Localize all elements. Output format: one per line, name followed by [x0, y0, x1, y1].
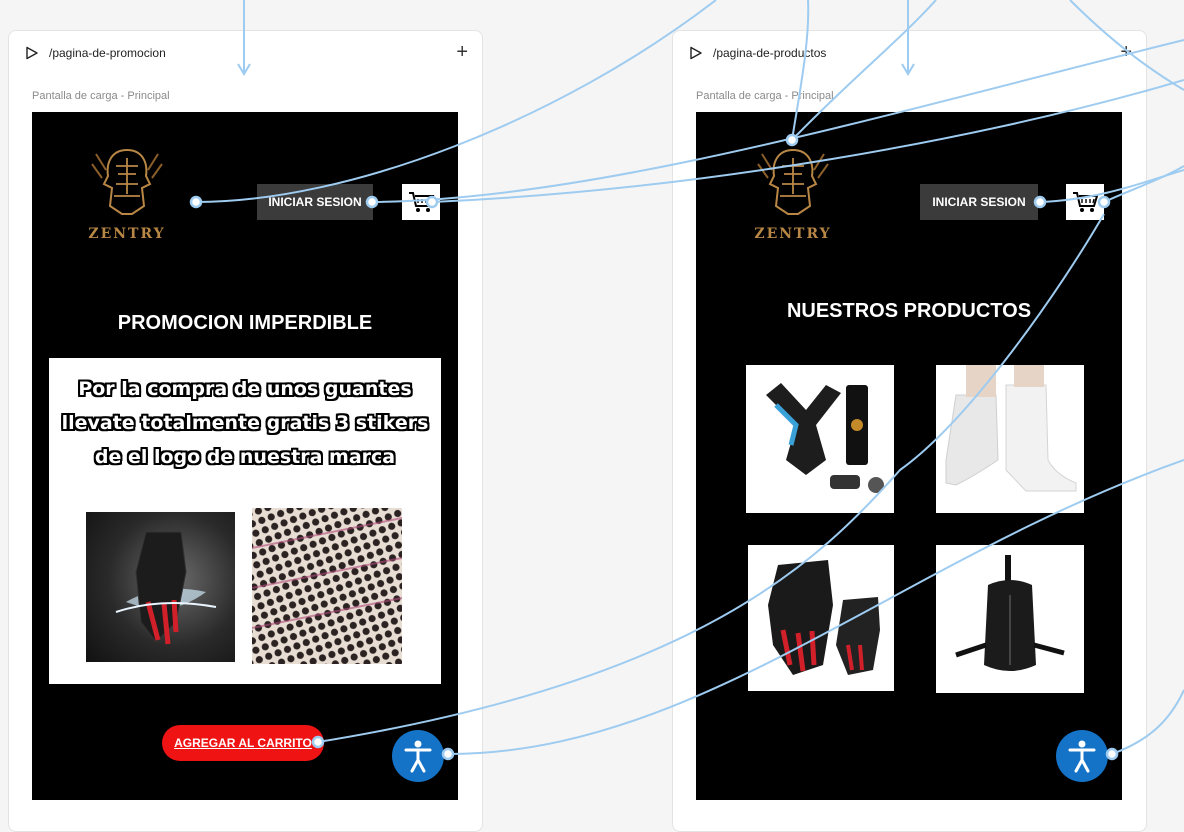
- play-icon[interactable]: [689, 46, 703, 60]
- accessibility-icon: [404, 740, 432, 773]
- sling-bag-image-icon: [955, 555, 1065, 671]
- cart-button[interactable]: [402, 184, 440, 220]
- brand-logo: ZENTRY: [748, 144, 838, 244]
- moto-gloves-image-icon: [768, 560, 880, 675]
- brand-logo: ZENTRY: [82, 144, 172, 244]
- promo-line: de el logo de nuestra marca: [94, 446, 396, 468]
- flow-header: /pagina-de-promocion +: [9, 31, 482, 75]
- helmet-mount-image-icon: [766, 383, 884, 493]
- stickers-image-icon: [252, 508, 402, 664]
- screen-label: Pantalla de carga - Principal: [32, 90, 170, 102]
- cart-icon: [409, 192, 435, 212]
- promo-line: Por la compra de unos guantes: [78, 378, 412, 400]
- plus-icon[interactable]: +: [456, 42, 468, 62]
- knight-logo-icon: [757, 148, 829, 215]
- glove-image-icon: [115, 531, 217, 645]
- promo-line: llevate totalmente gratis 3 stikers: [61, 412, 429, 434]
- page-heading: NUESTROS PRODUCTOS: [786, 300, 1032, 322]
- product-helmet-mount[interactable]: [746, 365, 894, 513]
- gloves-photo: [86, 512, 235, 662]
- logo-text: ZENTRY: [88, 226, 166, 242]
- accessibility-button[interactable]: [392, 730, 444, 782]
- flow-name[interactable]: /pagina-de-productos: [713, 46, 826, 60]
- cart-button[interactable]: [1066, 184, 1104, 220]
- product-moto-gloves[interactable]: [748, 545, 894, 691]
- logo-text: ZENTRY: [754, 226, 832, 242]
- product-sling-bag[interactable]: [936, 545, 1084, 693]
- login-button[interactable]: INICIAR SESION: [920, 184, 1038, 220]
- screen-label: Pantalla de carga - Principal: [696, 90, 834, 102]
- login-button[interactable]: INICIAR SESION: [257, 184, 373, 220]
- cart-icon: [1073, 192, 1099, 212]
- promo-card: Por la compra de unos guantes llevate to…: [49, 358, 441, 684]
- flow-header: /pagina-de-productos +: [673, 31, 1146, 75]
- plus-icon[interactable]: +: [1120, 42, 1132, 62]
- screen-promocion[interactable]: ZENTRY INICIAR SESION PROMOCION IMPERDIB…: [32, 112, 458, 800]
- accessibility-icon: [1068, 740, 1096, 773]
- product-shoe-covers[interactable]: [936, 365, 1084, 513]
- knight-logo-icon: [91, 148, 163, 215]
- accessibility-button[interactable]: [1056, 730, 1108, 782]
- shoe-covers-image-icon: [945, 365, 1077, 492]
- screen-productos[interactable]: ZENTRY INICIAR SESION NUESTROS PRODUCTOS: [696, 112, 1122, 800]
- play-icon[interactable]: [25, 46, 39, 60]
- add-to-cart-button[interactable]: AGREGAR AL CARRITO: [162, 725, 324, 761]
- flow-name[interactable]: /pagina-de-promocion: [49, 46, 166, 60]
- stickers-photo: [252, 508, 402, 664]
- page-heading: PROMOCION IMPERDIBLE: [117, 312, 373, 334]
